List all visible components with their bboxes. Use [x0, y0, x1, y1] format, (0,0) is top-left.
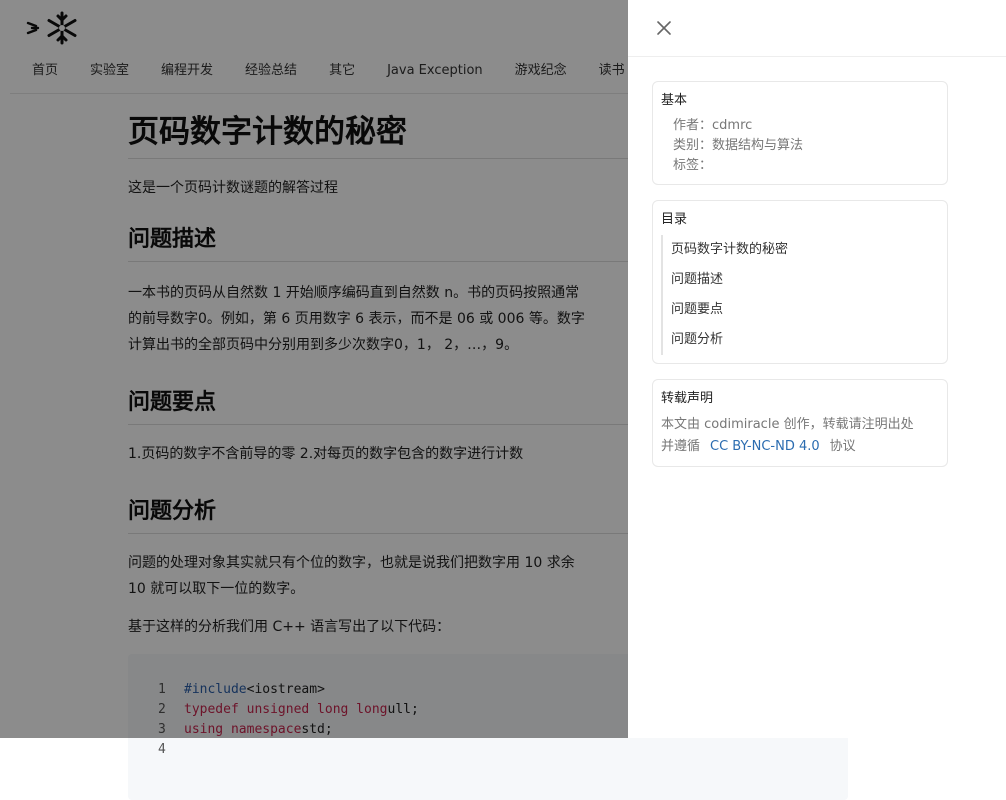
license-line: 并遵循 CC BY-NC-ND 4.0 协议 [661, 436, 939, 458]
close-icon[interactable] [652, 16, 676, 40]
tags-row: 标签： [661, 156, 947, 176]
license-text: 本文由 codimiracle 创作，转载请注明出处 并遵循 CC BY-NC-N… [661, 414, 947, 458]
license-title: 转载声明 [661, 391, 714, 406]
basic-info-card: 基本 作者：cdmrc 类别：数据结构与算法 标签： [652, 81, 948, 185]
code-line: 4 [158, 740, 848, 760]
basic-title: 基本 [661, 93, 688, 108]
toc-item[interactable]: 页码数字计数的秘密 [663, 235, 947, 265]
line-number: 4 [158, 742, 166, 757]
license-line: 本文由 codimiracle 创作，转载请注明出处 [661, 417, 914, 432]
toc-title: 目录 [661, 212, 688, 227]
category-row: 类别：数据结构与算法 [661, 136, 947, 156]
author-label: 作者： [673, 118, 713, 133]
author-value: cdmrc [712, 118, 753, 133]
toc-item[interactable]: 问题描述 [663, 265, 947, 295]
drawer-backdrop[interactable] [0, 0, 628, 738]
author-row: 作者：cdmrc [661, 116, 947, 136]
category-label: 类别： [673, 138, 713, 153]
toc-item[interactable]: 问题分析 [663, 325, 947, 355]
tags-label: 标签： [673, 158, 713, 173]
license-prefix: 并遵循 [661, 439, 701, 454]
toc-card: 目录 页码数字计数的秘密 问题描述 问题要点 问题分析 [652, 200, 948, 364]
toc-list: 页码数字计数的秘密 问题描述 问题要点 问题分析 [661, 235, 947, 355]
info-drawer: 基本 作者：cdmrc 类别：数据结构与算法 标签： 目录 页码数字计数的秘密 … [628, 0, 1006, 738]
license-suffix: 协议 [829, 439, 856, 454]
category-value: 数据结构与算法 [712, 138, 804, 153]
license-link[interactable]: CC BY-NC-ND 4.0 [700, 439, 830, 454]
license-card: 转载声明 本文由 codimiracle 创作，转载请注明出处 并遵循 CC BY… [652, 379, 948, 467]
drawer-header [628, 0, 1006, 57]
toc-item[interactable]: 问题要点 [663, 295, 947, 325]
